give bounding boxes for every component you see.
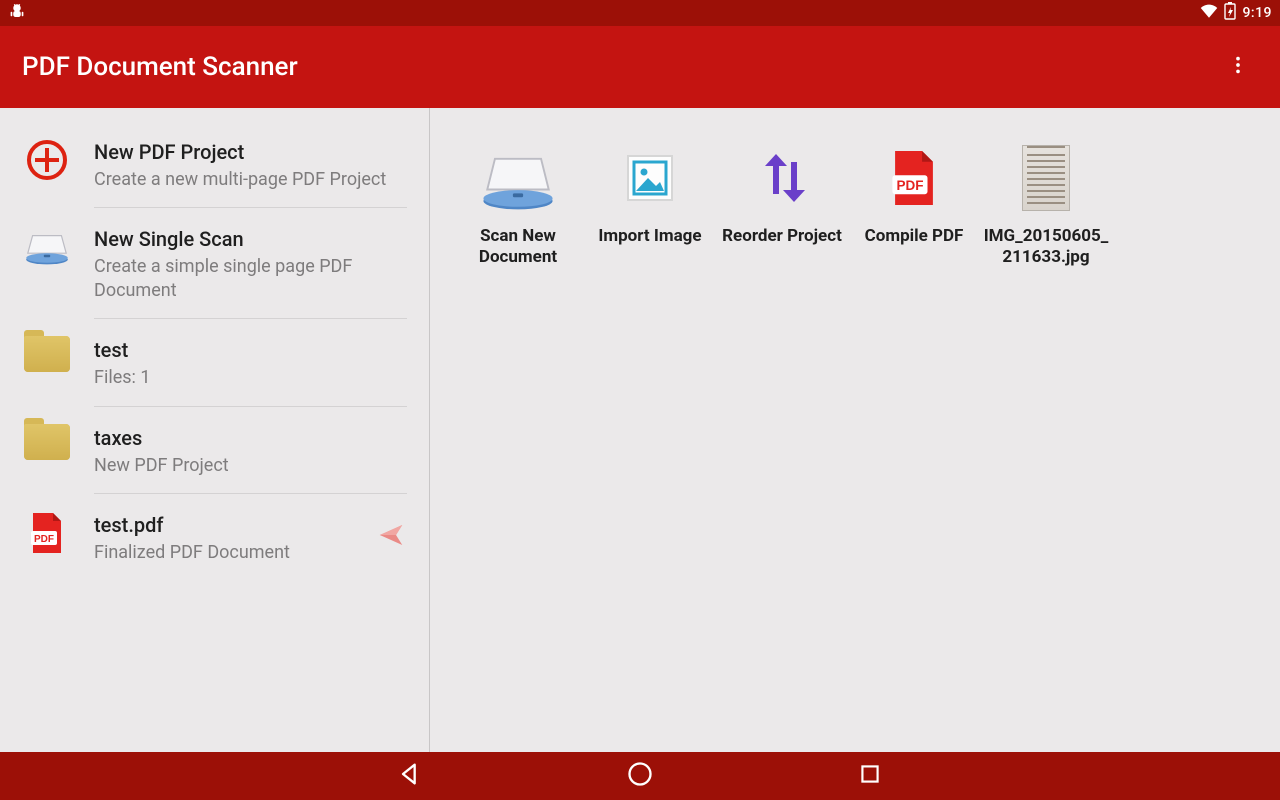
sidebar-item-title: New Single Scan (94, 227, 411, 251)
wifi-icon (1200, 2, 1218, 24)
sidebar-item-subtitle: Create a simple single page PDF Document (94, 255, 411, 302)
back-icon (396, 760, 424, 792)
grid-item-label: Scan New Document (452, 226, 584, 269)
main-area: New PDF Project Create a new multi-page … (0, 108, 1280, 752)
home-circle-icon (626, 760, 654, 792)
plus-circle-icon (18, 136, 76, 182)
content-area: Scan New Document Import Image Reorder P… (430, 108, 1280, 752)
scanner-icon (18, 223, 76, 267)
sidebar-item-subtitle: Files: 1 (94, 366, 411, 389)
send-icon (376, 520, 406, 554)
svg-text:PDF: PDF (34, 534, 54, 545)
sidebar-item-title: New PDF Project (94, 140, 411, 164)
send-button[interactable] (371, 520, 411, 554)
navigation-bar (0, 752, 1280, 800)
more-vert-icon (1227, 54, 1249, 80)
recents-button[interactable] (850, 756, 890, 796)
folder-icon (18, 422, 76, 460)
sidebar-item-title: test (94, 338, 411, 362)
status-time: 9:19 (1242, 5, 1272, 21)
image-icon (584, 136, 716, 220)
sidebar: New PDF Project Create a new multi-page … (0, 108, 430, 752)
document-thumbnail-icon (980, 136, 1112, 220)
status-bar: 9:19 (0, 0, 1280, 26)
grid-item-label: IMG_20150605_211633.jpg (980, 226, 1112, 269)
sidebar-item-subtitle: New PDF Project (94, 454, 411, 477)
sidebar-item-folder-taxes[interactable]: taxes New PDF Project (0, 406, 429, 493)
grid-item-label: Import Image (584, 226, 716, 247)
sidebar-item-pdf-test[interactable]: PDF test.pdf Finalized PDF Document (0, 493, 429, 580)
folder-icon (18, 334, 76, 372)
sidebar-item-subtitle: Finalized PDF Document (94, 541, 371, 564)
svg-text:PDF: PDF (896, 178, 923, 193)
grid-item-label: Compile PDF (848, 226, 980, 247)
grid-item-photo-thumbnail[interactable]: IMG_20150605_211633.jpg (980, 136, 1112, 269)
pdf-file-icon: PDF (18, 509, 76, 555)
back-button[interactable] (390, 756, 430, 796)
home-button[interactable] (620, 756, 660, 796)
overflow-menu-button[interactable] (1218, 47, 1258, 87)
app-bar: PDF Document Scanner (0, 26, 1280, 108)
grid-item-reorder-project[interactable]: Reorder Project (716, 136, 848, 269)
pdf-file-icon: PDF (848, 136, 980, 220)
android-debug-icon (8, 2, 26, 24)
action-grid: Scan New Document Import Image Reorder P… (452, 136, 1258, 289)
grid-item-compile-pdf[interactable]: PDF Compile PDF (848, 136, 980, 269)
reorder-icon (716, 136, 848, 220)
app-title: PDF Document Scanner (22, 52, 298, 82)
grid-item-label: Reorder Project (716, 226, 848, 247)
recents-square-icon (857, 761, 883, 791)
sidebar-item-new-single-scan[interactable]: New Single Scan Create a simple single p… (0, 207, 429, 318)
grid-item-import-image[interactable]: Import Image (584, 136, 716, 269)
grid-item-scan-new-document[interactable]: Scan New Document (452, 136, 584, 269)
sidebar-item-subtitle: Create a new multi-page PDF Project (94, 168, 411, 191)
battery-icon (1224, 2, 1236, 24)
scanner-icon (452, 136, 584, 220)
sidebar-item-new-pdf-project[interactable]: New PDF Project Create a new multi-page … (0, 120, 429, 207)
sidebar-item-title: test.pdf (94, 513, 371, 537)
sidebar-item-title: taxes (94, 426, 411, 450)
sidebar-item-folder-test[interactable]: test Files: 1 (0, 318, 429, 405)
